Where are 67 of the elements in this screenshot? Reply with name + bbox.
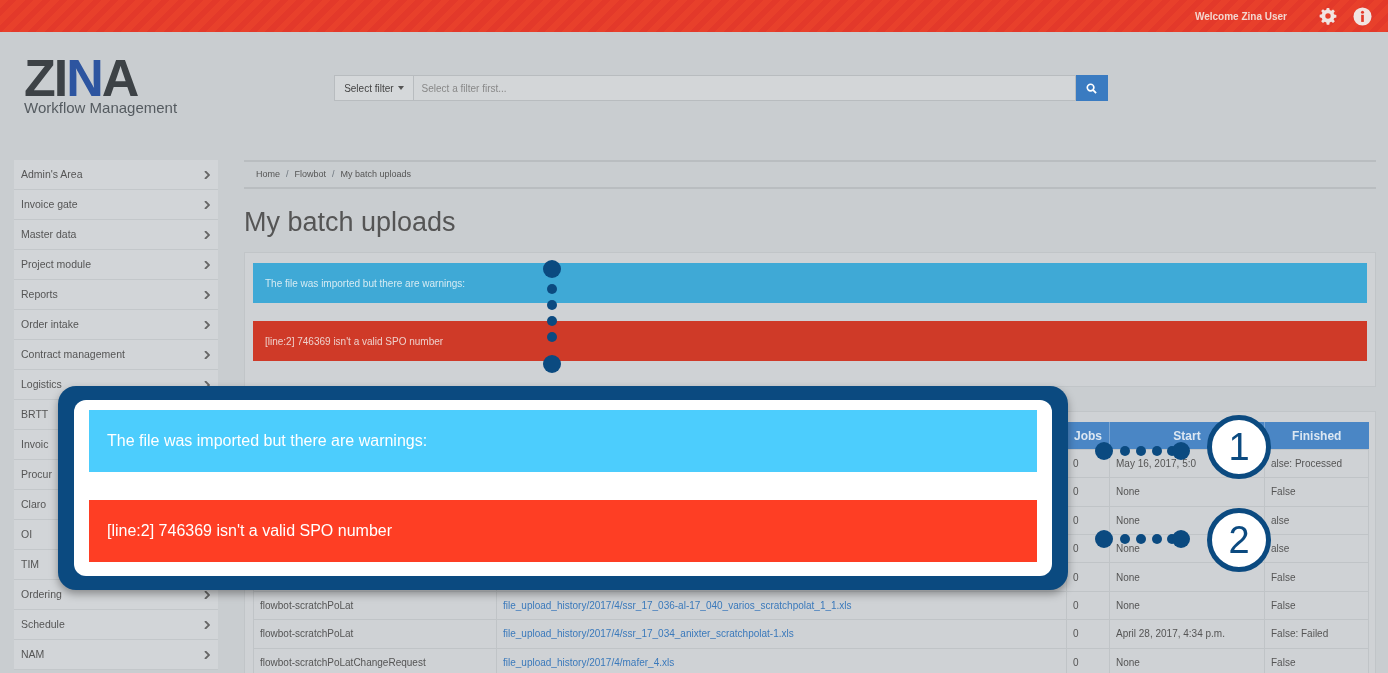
chevron-icon xyxy=(204,290,210,299)
search-icon xyxy=(1086,82,1098,94)
caret-icon xyxy=(397,86,404,90)
table-cell: False xyxy=(1271,571,1296,583)
table-cell: False: Failed xyxy=(1271,628,1329,640)
table-cell: None xyxy=(1116,514,1140,526)
table-cell: None xyxy=(1116,486,1140,498)
error-alert: [line:2] 746369 isn't a valid SPO number xyxy=(253,321,1367,362)
table-cell: alse xyxy=(1271,514,1290,526)
table-cell: 0 xyxy=(1073,486,1079,498)
breadcrumb-current: My batch uploads xyxy=(340,167,412,181)
table-cell: 0 xyxy=(1073,543,1079,555)
table-cell: alse xyxy=(1271,543,1290,555)
search-field[interactable]: Select a filter first... xyxy=(413,75,1076,101)
table-cell: flowbot-scratchPoLatChangeRequest xyxy=(260,656,426,668)
search-button[interactable] xyxy=(1075,75,1108,101)
sidebar-item[interactable]: Reports xyxy=(14,280,218,310)
breadcrumb-link[interactable]: Flowbot xyxy=(294,167,327,182)
chevron-icon xyxy=(204,620,210,629)
column-header[interactable]: Start xyxy=(1173,429,1201,442)
sidebar-item[interactable]: NAM xyxy=(14,640,218,670)
table-cell: alse: Processed xyxy=(1271,458,1343,470)
chevron-icon xyxy=(204,320,210,329)
error-alert: [line:2] 746369 isn't a valid SPO number xyxy=(89,500,1037,562)
sidebar-item[interactable]: Contract management xyxy=(14,340,218,370)
table-cell: flowbot-scratchPoLat xyxy=(260,628,354,640)
chevron-icon xyxy=(204,350,210,359)
table-cell: False xyxy=(1271,600,1296,612)
table-cell: May 16, 2017, 5:0 xyxy=(1116,458,1197,470)
info-alert: The file was imported but there are warnings: xyxy=(253,263,1367,304)
welcome-text: Welcome Zina User xyxy=(1194,9,1287,24)
table-cell: 0 xyxy=(1073,600,1079,612)
table-cell: 0 xyxy=(1073,656,1079,668)
chevron-icon xyxy=(204,650,210,659)
table-cell: 0 xyxy=(1073,514,1079,526)
table-cell: None xyxy=(1116,543,1140,555)
breadcrumb-separator: / xyxy=(286,167,289,181)
chevron-icon xyxy=(204,170,210,179)
info-icon[interactable] xyxy=(1353,6,1372,26)
logo: ZINA Workflow Management xyxy=(24,56,178,116)
filter-dropdown[interactable]: Select filter xyxy=(334,75,414,101)
chevron-icon xyxy=(204,230,210,239)
chevron-icon xyxy=(204,260,210,269)
settings-icon[interactable] xyxy=(1319,7,1337,25)
sidebar-item[interactable]: Admin's Area xyxy=(14,160,218,190)
sidebar-item[interactable]: Order intake xyxy=(14,310,218,340)
table-cell: 0 xyxy=(1073,571,1079,583)
table-cell: None xyxy=(1116,600,1140,612)
sidebar-item[interactable]: Master data xyxy=(14,220,218,250)
table-cell: None xyxy=(1116,656,1140,668)
table-cell: None xyxy=(1116,571,1140,583)
table-cell: 0 xyxy=(1073,628,1079,640)
table-cell: flowbot-scratchPoLat xyxy=(260,600,354,612)
breadcrumb-separator: / xyxy=(332,167,335,181)
file-link[interactable]: file_upload_history/2017/4/mafer_4.xls xyxy=(503,656,675,668)
breadcrumb-link[interactable]: Home xyxy=(256,167,280,182)
chevron-icon xyxy=(204,200,210,209)
chevron-icon xyxy=(204,590,210,599)
table-cell: False xyxy=(1271,486,1296,498)
sidebar-item[interactable]: Schedule xyxy=(14,610,218,640)
table-cell: April 28, 2017, 4:34 p.m. xyxy=(1116,628,1225,640)
sidebar-item[interactable]: Project module xyxy=(14,250,218,280)
table-cell: False xyxy=(1271,656,1296,668)
table-cell: 0 xyxy=(1073,458,1079,470)
info-alert: The file was imported but there are warnings: xyxy=(89,410,1037,472)
page-title: My batch uploads xyxy=(244,206,457,239)
sidebar-item[interactable]: Invoice gate xyxy=(14,190,218,220)
